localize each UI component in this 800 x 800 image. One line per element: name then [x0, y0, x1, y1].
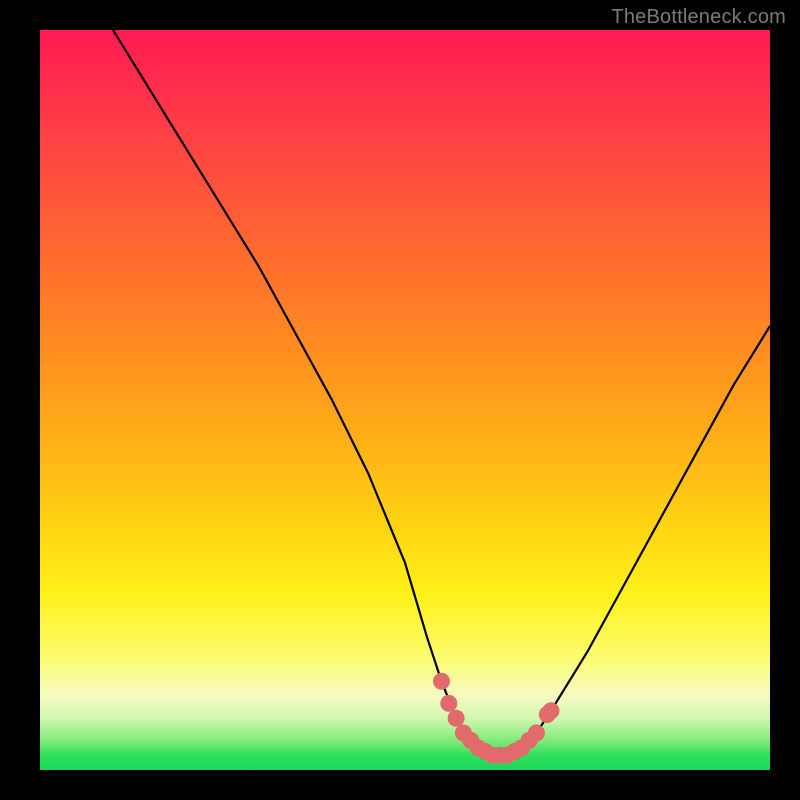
marker-dot	[543, 702, 560, 719]
watermark-text: TheBottleneck.com	[611, 6, 786, 29]
bottom-markers	[433, 673, 560, 764]
bottleneck-curve	[113, 30, 770, 755]
plot-area	[40, 30, 770, 770]
curve-layer	[40, 30, 770, 770]
marker-dot	[528, 725, 545, 742]
marker-dot	[448, 710, 465, 727]
marker-dot	[433, 673, 450, 690]
chart-frame: TheBottleneck.com	[0, 0, 800, 800]
marker-dot	[440, 695, 457, 712]
